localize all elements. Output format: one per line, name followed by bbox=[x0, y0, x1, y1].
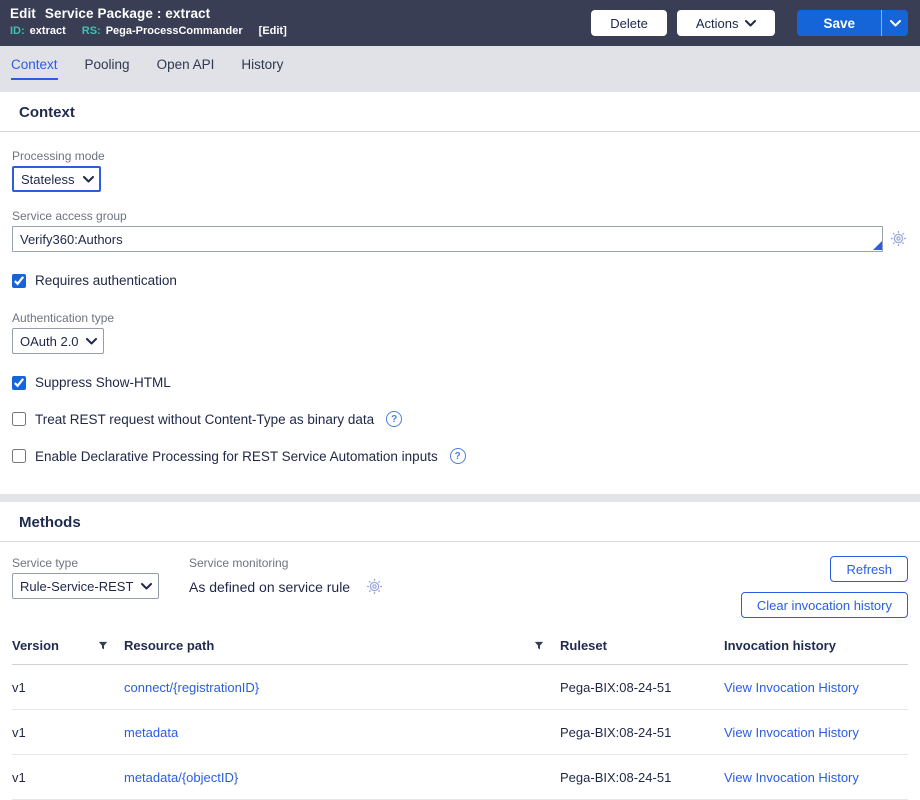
column-header-version: Version bbox=[12, 638, 59, 653]
rs-label: RS: bbox=[81, 25, 101, 37]
auth-type-label: Authentication type bbox=[12, 311, 115, 325]
tab-open-api[interactable]: Open API bbox=[157, 57, 215, 78]
column-header-invocation-history: Invocation history bbox=[724, 626, 908, 665]
title-block: Edit Service Package : extract ID: extract… bbox=[10, 0, 287, 37]
autocomplete-indicator-icon bbox=[873, 241, 882, 250]
service-access-group-input[interactable] bbox=[12, 226, 883, 252]
treat-rest-binary-checkbox[interactable] bbox=[12, 412, 26, 426]
service-access-group-label: Service access group bbox=[12, 209, 127, 223]
processing-mode-field: Processing mode Stateless bbox=[12, 149, 908, 192]
chevron-down-icon bbox=[889, 19, 901, 26]
resource-path-link[interactable]: connect/{registrationID} bbox=[124, 680, 259, 695]
header-buttons: Delete Actions Save bbox=[591, 0, 908, 36]
suppress-show-html-row: Suppress Show-HTML bbox=[12, 375, 908, 390]
enable-declarative-row: Enable Declarative Processing for REST S… bbox=[12, 448, 908, 464]
actions-button[interactable]: Actions bbox=[676, 10, 776, 36]
filter-icon[interactable] bbox=[98, 641, 108, 651]
table-row: v1 connect/{registrationID} Pega-BIX:08-… bbox=[12, 664, 908, 710]
methods-table: Version Resource path Ruleset Invocation… bbox=[12, 626, 908, 800]
table-row: v1 metadata/{objectID} Pega-BIX:08-24-51… bbox=[12, 754, 908, 800]
save-menu-button[interactable] bbox=[881, 10, 908, 36]
service-type-select[interactable]: Rule-Service-REST bbox=[12, 573, 159, 599]
gear-icon bbox=[890, 230, 907, 247]
save-button[interactable]: Save bbox=[797, 10, 881, 36]
auth-type-select-wrap: OAuth 2.0 bbox=[12, 328, 104, 354]
clear-invocation-history-button[interactable]: Clear invocation history bbox=[740, 592, 908, 618]
service-access-group-input-wrap bbox=[12, 226, 883, 252]
service-monitoring-field: Service monitoring As defined on service… bbox=[189, 556, 384, 618]
enable-declarative-checkbox[interactable] bbox=[12, 449, 26, 463]
filter-icon[interactable] bbox=[534, 641, 544, 651]
help-icon[interactable]: ? bbox=[449, 448, 466, 464]
auth-type-select[interactable]: OAuth 2.0 bbox=[12, 328, 104, 354]
requires-auth-checkbox[interactable] bbox=[12, 273, 26, 288]
tab-pooling[interactable]: Pooling bbox=[85, 57, 130, 78]
methods-controls-right: Refresh Clear invocation history bbox=[740, 556, 908, 618]
service-monitoring-label: Service monitoring bbox=[189, 556, 289, 570]
suppress-show-html-checkbox[interactable] bbox=[12, 375, 26, 390]
methods-controls-left: Service type Rule-Service-REST Service m… bbox=[12, 556, 384, 618]
context-form: Processing mode Stateless Service access… bbox=[0, 149, 920, 464]
chevron-down-icon bbox=[745, 19, 757, 26]
resource-path-link[interactable]: metadata/{objectID} bbox=[124, 770, 238, 785]
requires-auth-label: Requires authentication bbox=[35, 273, 177, 288]
methods-controls: Service type Rule-Service-REST Service m… bbox=[0, 542, 920, 622]
processing-mode-select-wrap: Stateless bbox=[12, 166, 101, 192]
rs-value: Pega-ProcessCommander bbox=[105, 25, 243, 37]
id-label: ID: bbox=[10, 25, 25, 37]
requires-auth-row: Requires authentication bbox=[12, 273, 908, 288]
service-access-group-field: Service access group bbox=[12, 209, 908, 252]
view-invocation-history-link[interactable]: View Invocation History bbox=[724, 725, 859, 740]
enable-declarative-label: Enable Declarative Processing for REST S… bbox=[35, 448, 438, 464]
id-value: extract bbox=[29, 25, 66, 37]
context-section: Context Processing mode Stateless Servic… bbox=[0, 92, 920, 464]
resource-path-link[interactable]: metadata bbox=[124, 725, 178, 740]
treat-rest-binary-row: Treat REST request without Content-Type … bbox=[12, 411, 908, 427]
column-header-ruleset: Ruleset bbox=[560, 626, 724, 665]
tab-history[interactable]: History bbox=[241, 57, 283, 78]
cell-ruleset: Pega-BIX:08-24-51 bbox=[560, 754, 724, 800]
cell-version: v1 bbox=[12, 664, 124, 710]
gear-icon bbox=[367, 578, 383, 595]
record-title: Service Package : extract bbox=[44, 6, 211, 21]
service-type-select-wrap: Rule-Service-REST bbox=[12, 573, 159, 599]
cell-version: v1 bbox=[12, 754, 124, 800]
configure-monitoring-button[interactable] bbox=[365, 577, 384, 597]
record-meta: ID: extract RS: Pega-ProcessCommander [Edit] bbox=[10, 25, 287, 37]
help-icon[interactable]: ? bbox=[386, 411, 403, 427]
column-header-resource-path: Resource path bbox=[124, 638, 215, 653]
actions-button-label: Actions bbox=[695, 15, 739, 31]
app-header: Edit Service Package : extract ID: extract… bbox=[0, 0, 920, 46]
cell-ruleset: Pega-BIX:08-24-51 bbox=[560, 664, 724, 710]
edit-mode-label: Edit bbox=[10, 6, 36, 21]
save-split-button: Save bbox=[797, 10, 908, 36]
open-access-group-button[interactable] bbox=[889, 229, 908, 249]
treat-rest-binary-label: Treat REST request without Content-Type … bbox=[35, 411, 375, 427]
processing-mode-select[interactable]: Stateless bbox=[12, 166, 101, 192]
edit-ruleset-link[interactable]: [Edit] bbox=[259, 25, 287, 37]
delete-button[interactable]: Delete bbox=[591, 10, 667, 36]
service-monitoring-value: As defined on service rule bbox=[189, 579, 351, 595]
methods-section-heading: Methods bbox=[0, 502, 920, 542]
tab-context[interactable]: Context bbox=[11, 57, 58, 80]
view-invocation-history-link[interactable]: View Invocation History bbox=[724, 770, 859, 785]
context-section-heading: Context bbox=[0, 92, 920, 132]
suppress-show-html-label: Suppress Show-HTML bbox=[35, 375, 171, 390]
tab-bar: Context Pooling Open API History bbox=[0, 46, 920, 92]
view-invocation-history-link[interactable]: View Invocation History bbox=[724, 680, 859, 695]
section-divider bbox=[0, 494, 920, 502]
methods-section: Methods Service type Rule-Service-REST S… bbox=[0, 502, 920, 800]
page-title: Edit Service Package : extract bbox=[10, 6, 287, 21]
auth-type-field: Authentication type OAuth 2.0 bbox=[12, 311, 908, 354]
service-type-field: Service type Rule-Service-REST bbox=[12, 556, 159, 618]
service-type-label: Service type bbox=[12, 556, 79, 570]
processing-mode-label: Processing mode bbox=[12, 149, 105, 163]
refresh-button[interactable]: Refresh bbox=[830, 556, 908, 582]
table-header-row: Version Resource path Ruleset Invocation… bbox=[12, 626, 908, 665]
